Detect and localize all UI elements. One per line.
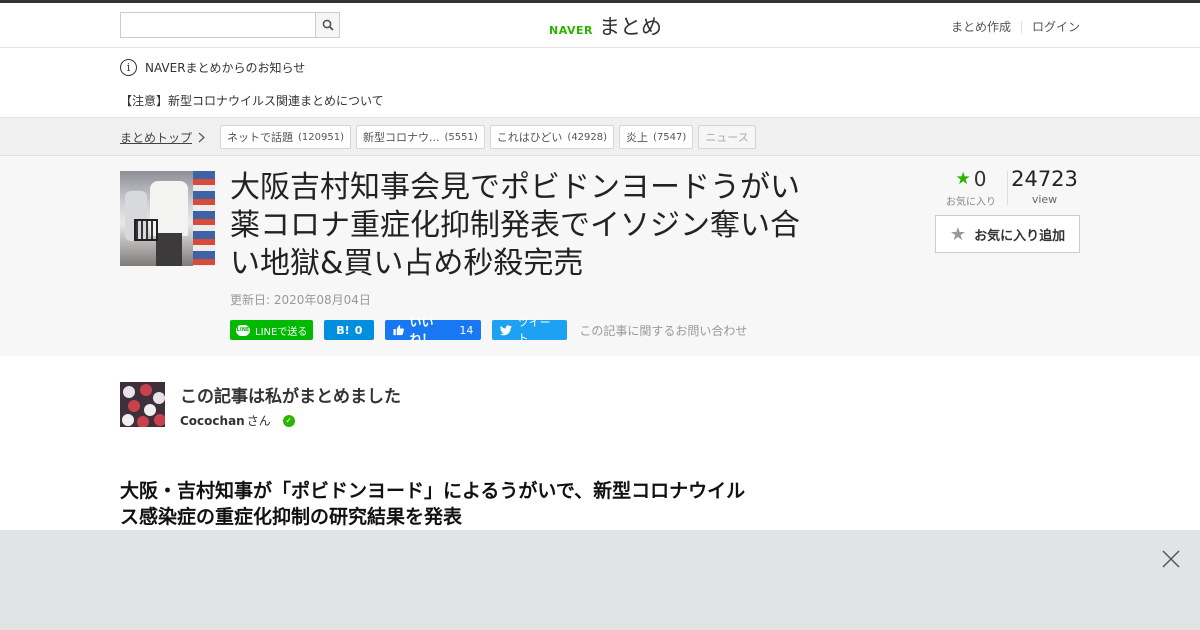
tag-label: 新型コロナウ... (362, 131, 440, 144)
search-icon (322, 19, 334, 31)
verified-check-icon: ✓ (282, 414, 295, 427)
author-name: Cocochan (180, 413, 245, 428)
notice-title: NAVERまとめからのお知らせ (145, 61, 306, 75)
notice-link[interactable]: 【注意】新型コロナウイルス関連まとめについて (120, 92, 384, 109)
facebook-like-count: 14 (459, 323, 474, 337)
hatena-icon: B! (336, 323, 350, 337)
category-tag[interactable]: ニュース (698, 125, 756, 149)
view-label: view (1031, 193, 1058, 206)
tag-count: (5551) (444, 131, 478, 143)
notice-title-row: i NAVERまとめからのお知らせ (120, 59, 305, 76)
favorite-label: お気に入り (946, 197, 996, 208)
category-tag[interactable]: 炎上 (7547) (619, 125, 694, 149)
favorite-stat: ★ 0 お気に入り (935, 167, 1007, 208)
author-name-row[interactable]: Cocochan さん ✓ (180, 412, 295, 429)
login-link[interactable]: ログイン (1032, 18, 1080, 35)
category-tag[interactable]: ネットで話題 (120951) (220, 125, 351, 149)
add-favorite-button[interactable]: ★ お気に入り追加 (935, 215, 1080, 253)
hatena-count: 0 (354, 323, 363, 337)
tag-count: (42928) (567, 131, 608, 143)
updated-date: 更新日: 2020年08月04日 (230, 293, 371, 307)
article-title: 大阪吉村知事会見でポビドンヨードうがい薬コロナ重症化抑制発表でイソジン奪い合い地… (230, 170, 800, 281)
tweet-button[interactable]: ツイート (492, 316, 568, 345)
search-bar (120, 12, 340, 38)
tag-count: (120951) (298, 131, 344, 143)
star-outline-icon: ★ (949, 223, 967, 245)
favorite-count: 0 (973, 167, 987, 191)
facebook-like-label: いいね！ (409, 315, 434, 346)
article-stats: ★ 0 お気に入り 24723 view (935, 167, 1081, 208)
line-icon: LINE (236, 324, 250, 336)
breadcrumb-home[interactable]: まとめトップ (120, 129, 205, 146)
header-links: まとめ作成 ログイン (951, 18, 1080, 35)
tag-count: (7547) (653, 131, 687, 143)
ad-overlay (0, 530, 1200, 630)
content-headline: 大阪・吉村知事が「ポビドンヨード」によるうがいで、新型コロナウイルス感染症の重症… (120, 480, 746, 528)
category-tag[interactable]: 新型コロナウ... (5551) (355, 125, 485, 149)
line-share-button[interactable]: LINE LINEで送る (230, 320, 314, 340)
info-icon: i (120, 59, 137, 76)
tag-label: 炎上 (626, 131, 649, 144)
view-stat: 24723 view (1008, 167, 1081, 208)
article-header: 大阪吉村知事会見でポビドンヨードうがい薬コロナ重症化抑制発表でイソジン奪い合い地… (0, 156, 1200, 356)
notice-area: i NAVERまとめからのお知らせ 【注意】新型コロナウイルス関連まとめについて (0, 48, 1200, 118)
star-icon: ★ (955, 169, 971, 189)
site-logo[interactable]: NAVER まとめ (549, 11, 662, 41)
chevron-right-icon (198, 132, 205, 143)
tag-label: ニュース (705, 131, 749, 144)
header-divider (1020, 20, 1022, 33)
add-favorite-label: お気に入り追加 (974, 228, 1066, 244)
close-icon[interactable] (1162, 550, 1180, 568)
category-tag[interactable]: これはひどい (42928) (489, 125, 615, 149)
search-input[interactable] (120, 12, 315, 38)
category-tags: ネットで話題 (120951) 新型コロナウ... (5551) これはひどい (42… (220, 125, 756, 149)
article-thumbnail (120, 171, 215, 266)
author-suffix: さん (246, 414, 271, 428)
search-button[interactable] (315, 12, 340, 38)
author-heading: この記事は私がまとめました (180, 387, 401, 407)
site-header: NAVER まとめ まとめ作成 ログイン (0, 3, 1200, 48)
share-bar: LINE LINEで送る B! 0 いいね！ 14 ツイート この記事に関するお… (230, 315, 747, 346)
facebook-like-button[interactable]: いいね！ 14 (385, 315, 482, 346)
hatena-bookmark-button[interactable]: B! 0 (324, 320, 375, 340)
create-matome-link[interactable]: まとめ作成 (951, 18, 1011, 35)
view-count: 24723 (1011, 167, 1078, 191)
tag-label: これはひどい (496, 131, 563, 144)
logo-brand: NAVER (549, 24, 593, 37)
line-share-label: LINEで送る (255, 326, 308, 338)
thumbs-up-icon (393, 325, 405, 336)
twitter-bird-icon (500, 324, 513, 335)
avatar[interactable] (120, 382, 165, 427)
tweet-label: ツイート (517, 316, 551, 345)
breadcrumb-home-label: まとめトップ (120, 131, 193, 145)
breadcrumb: まとめトップ ネットで話題 (120951) 新型コロナウ... (5551) これ… (0, 118, 1200, 156)
logo-service: まとめ (598, 15, 662, 39)
contact-link[interactable]: この記事に関するお問い合わせ (579, 322, 747, 339)
tag-label: ネットで話題 (227, 131, 293, 144)
